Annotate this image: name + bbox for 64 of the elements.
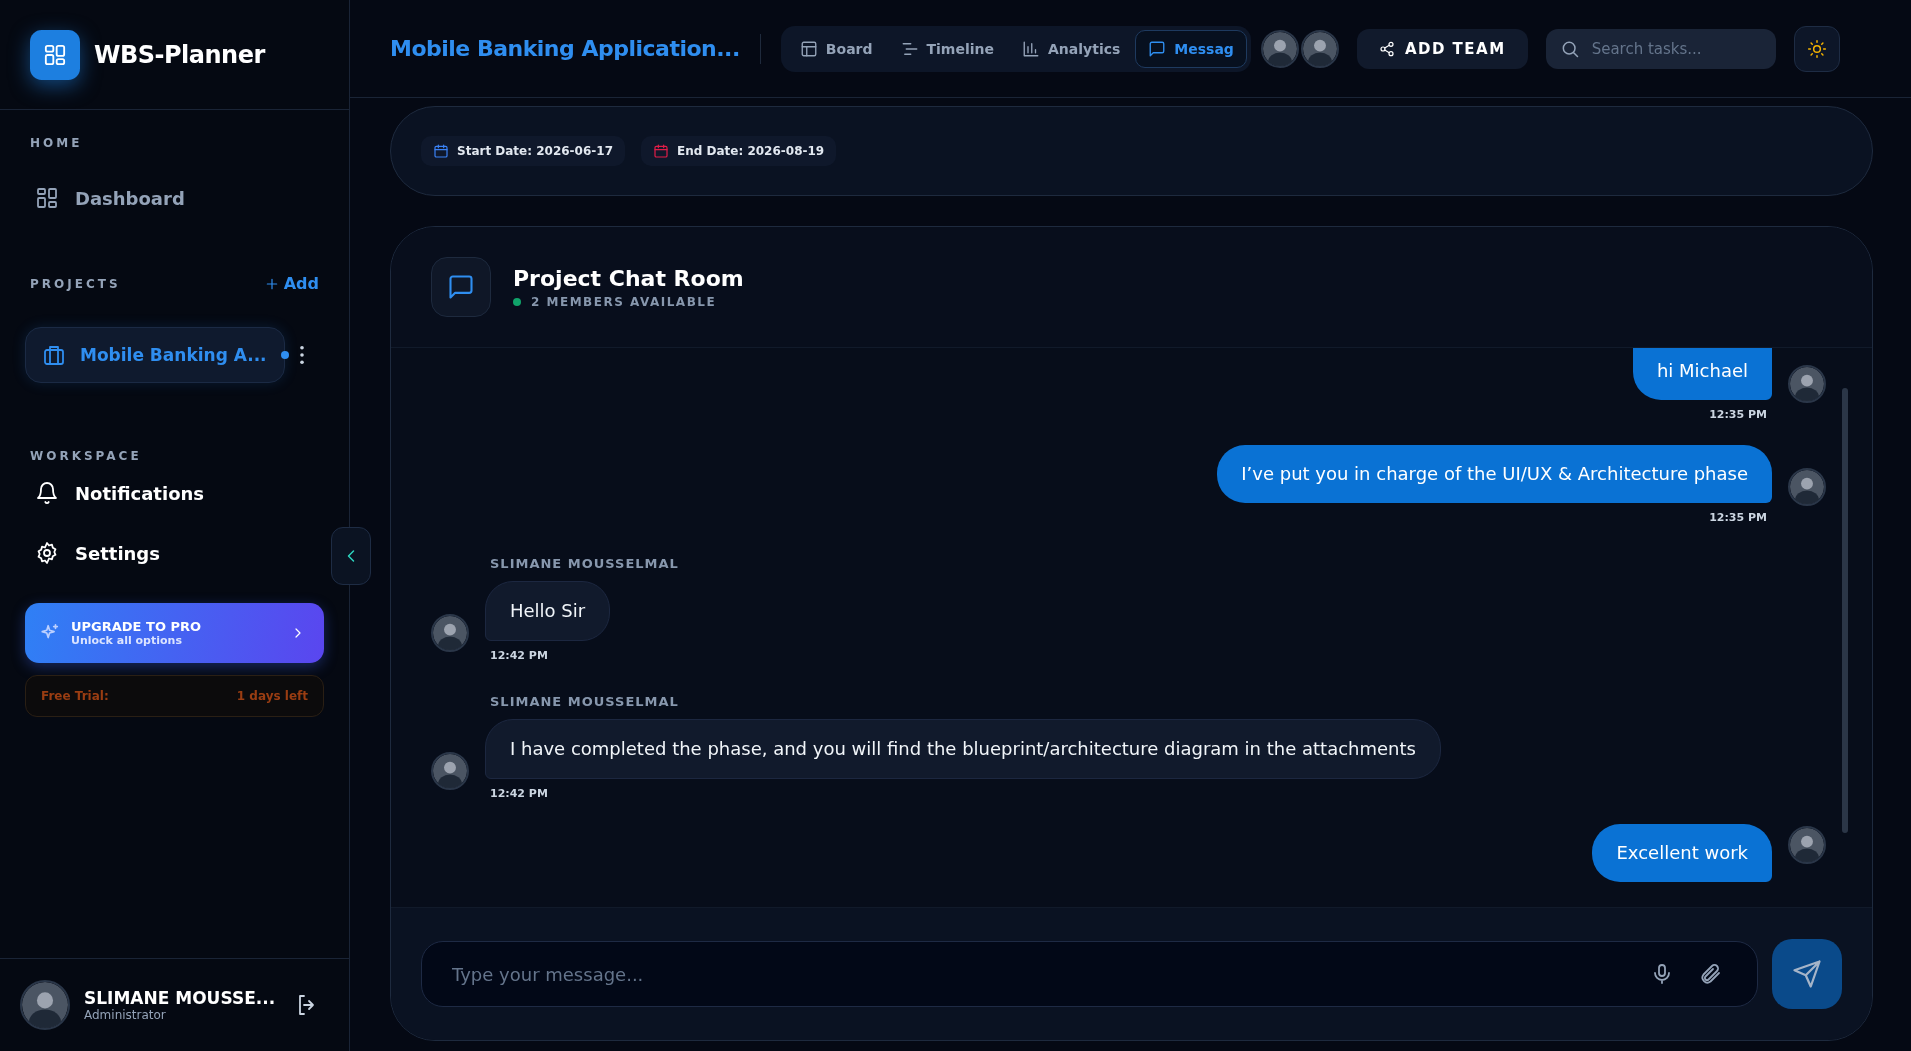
user-avatar [1788, 826, 1826, 864]
user-avatar [1788, 365, 1826, 403]
chat-title: Project Chat Room [513, 265, 744, 291]
tab[interactable]: Timeline [887, 29, 1007, 68]
bell-icon [35, 481, 59, 505]
add-project-button[interactable]: Add [258, 274, 324, 293]
sun-icon [1806, 38, 1827, 59]
received-message: Hello Sir [485, 581, 611, 641]
date-label: End Date: 2026-08-19 [677, 144, 825, 158]
paperclip-icon[interactable] [1698, 962, 1722, 986]
nav-item[interactable]: Notifications [25, 463, 324, 523]
project-name: Mobile Banking A... [80, 345, 267, 365]
message-icon [1148, 39, 1167, 58]
project-title: Mobile Banking Application... [390, 36, 740, 61]
send-icon [1792, 959, 1822, 989]
tab[interactable]: Board [786, 29, 886, 68]
sent-message: Excellent work [1592, 824, 1772, 882]
scrollbar[interactable] [1842, 388, 1848, 833]
app-name: WBS-Planner [94, 40, 265, 69]
trial-label: Free Trial: [41, 689, 109, 703]
settings-icon [35, 541, 59, 565]
active-dot [280, 351, 289, 359]
section-title: HOME [29, 136, 84, 150]
tab[interactable]: Messag [1135, 29, 1247, 68]
section-title: PROJECTS [29, 276, 121, 291]
search-field[interactable]: Search tasks... [1545, 28, 1776, 69]
briefcase-icon [42, 343, 66, 367]
message-time: 12:35 PM [1708, 408, 1768, 421]
message-time: 12:35 PM [1708, 511, 1768, 524]
section-title: WORKSPACE [29, 449, 143, 463]
chat-icon [431, 257, 491, 317]
more-icon[interactable] [299, 345, 305, 365]
dashboard-icon [35, 186, 59, 210]
user-avatar [1788, 468, 1826, 506]
sent-message: I’ve put you in charge of the UI/UX & Architecture phase [1217, 445, 1772, 503]
send-button[interactable] [1772, 939, 1842, 1009]
date-label: Start Date: 2026-06-17 [457, 144, 613, 158]
message-input[interactable]: Type your message... [421, 941, 1758, 1007]
user-avatar [20, 980, 70, 1030]
share-icon [1378, 40, 1395, 57]
user-avatar [431, 614, 469, 652]
trial-remaining: 1 days left [236, 689, 308, 703]
user-avatar [1260, 29, 1299, 68]
user-name: SLIMANE MOUSSE... [84, 988, 277, 1008]
message-time: 12:42 PM [489, 787, 549, 800]
received-message: I have completed the phase, and you will find the blueprint/architecture diagram in the attachments [485, 719, 1441, 779]
nav-item[interactable]: Dashboard [25, 168, 324, 228]
board-icon [799, 39, 818, 58]
bar-chart-icon [1022, 39, 1040, 58]
upgrade-button[interactable]: UPGRADE TO PRO Unlock all options [25, 603, 324, 663]
user-role: Administrator [84, 1008, 167, 1022]
message-time: 12:42 PM [489, 649, 549, 662]
members-status: 2 MEMBERS AVAILABLE [531, 294, 717, 309]
user-avatar [1300, 29, 1339, 68]
sent-message: hi Michael [1632, 348, 1772, 400]
tab[interactable]: Analytics [1009, 29, 1134, 68]
sender-name: SLIMANE MOUSSELMAL [490, 694, 679, 709]
add-team-button[interactable]: ADD TEAM [1356, 28, 1528, 69]
logo-icon [30, 29, 80, 80]
user-avatar [431, 752, 469, 790]
sender-name: SLIMANE MOUSSELMAL [490, 556, 679, 571]
online-dot [513, 297, 521, 306]
nav-item[interactable]: Settings [25, 523, 324, 583]
theme-toggle-button[interactable] [1793, 25, 1840, 72]
